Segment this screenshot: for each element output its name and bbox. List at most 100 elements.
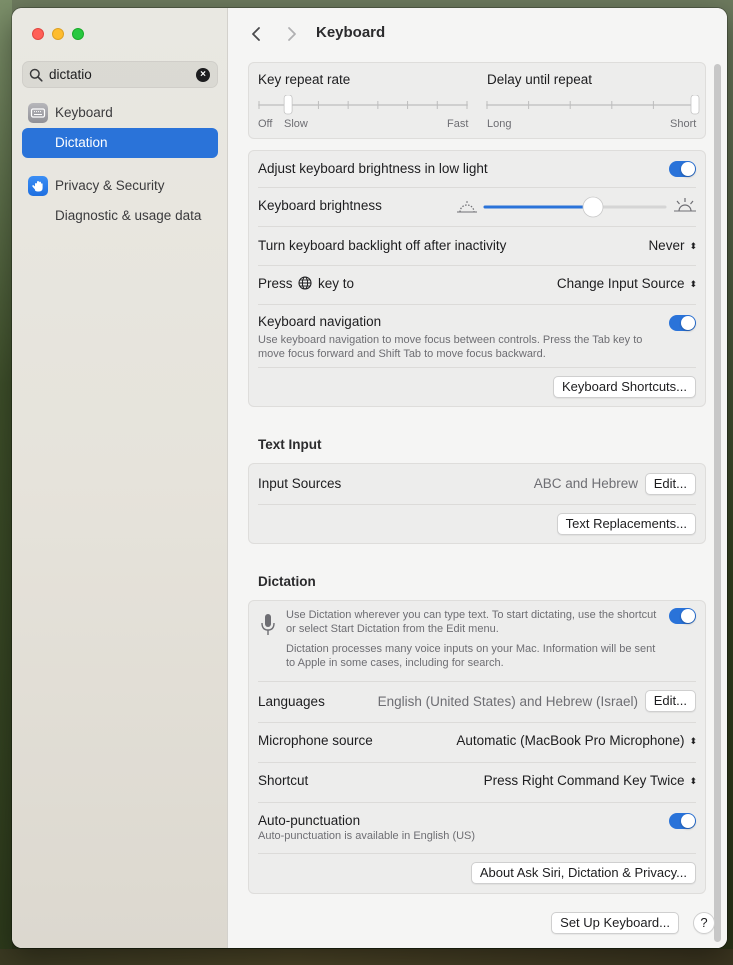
input-sources-row: Input Sources ABC and Hebrew Edit... (249, 464, 705, 504)
key-repeat-slider[interactable] (255, 95, 473, 115)
desktop-wallpaper-left (0, 0, 12, 965)
divider (258, 504, 696, 505)
back-chevron-icon[interactable] (248, 25, 264, 43)
sidebar-item-diagnostic-usage-data[interactable]: Diagnostic & usage data (22, 201, 218, 231)
brightness-high-icon (674, 198, 696, 212)
dictation-toggle-row: Use Dictation wherever you can type text… (249, 601, 705, 681)
shortcut-popup[interactable]: Press Right Command Key Twice ⬍ (484, 773, 697, 788)
sidebar-item-dictation[interactable]: Dictation (22, 128, 218, 158)
tick-label-short: Short (670, 118, 697, 130)
languages-edit-button[interactable]: Edit... (644, 690, 696, 712)
microphone-row: Microphone source Automatic (MacBook Pro… (249, 723, 705, 762)
keyboard-icon (28, 103, 48, 123)
keyboard-settings-group: Adjust keyboard brightness in low light … (248, 150, 706, 407)
sidebar-item-keyboard[interactable]: Keyboard (22, 98, 218, 128)
dictation-privacy-description: Dictation processes many voice inputs on… (286, 643, 656, 669)
slider-knob[interactable] (283, 95, 293, 115)
backlight-popup[interactable]: Never ⬍ (648, 238, 697, 253)
languages-row: Languages English (United States) and He… (249, 682, 705, 722)
press-label: Press (258, 276, 293, 291)
dictation-group: Use Dictation wherever you can type text… (248, 600, 706, 894)
press-key-value: Change Input Source (556, 276, 685, 291)
settings-window: dictatio × Keyboard Dictation Privacy & … (12, 8, 727, 948)
set-up-keyboard-button[interactable]: Set Up Keyboard... (551, 912, 679, 934)
tick-label-slow: Slow (284, 118, 308, 130)
shortcut-row: Shortcut Press Right Command Key Twice ⬍ (249, 763, 705, 802)
globe-icon (298, 276, 312, 290)
keyboard-navigation-toggle[interactable] (669, 315, 696, 331)
input-sources-value: ABC and Hebrew (533, 476, 638, 491)
dictation-heading: Dictation (258, 574, 316, 589)
hand-icon (28, 176, 48, 196)
press-key-label: Press key to (258, 276, 354, 291)
microphone-icon (261, 614, 275, 635)
up-down-chevron-icon: ⬍ (689, 775, 697, 786)
maximize-window-button[interactable] (72, 28, 84, 40)
main-pane: Keyboard Key repeat rate Delay until rep… (228, 8, 727, 948)
search-icon (29, 68, 43, 82)
brightness-slider[interactable] (479, 196, 671, 218)
tick-label-fast: Fast (447, 118, 469, 130)
backlight-row: Turn keyboard backlight off after inacti… (249, 227, 705, 265)
brightness-label: Keyboard brightness (258, 198, 382, 213)
brightness-row: Keyboard brightness (249, 188, 705, 226)
tick-label-long: Long (487, 118, 512, 130)
sidebar: dictatio × Keyboard Dictation Privacy & … (12, 8, 228, 948)
slider-knob[interactable] (690, 95, 700, 115)
keyboard-navigation-row: Keyboard navigation Use keyboard navigat… (249, 305, 705, 367)
slider-knob[interactable] (582, 196, 604, 218)
adjust-brightness-row: Adjust keyboard brightness in low light (249, 151, 705, 187)
shortcut-label: Shortcut (258, 773, 309, 788)
keyboard-navigation-description: Use keyboard navigation to move focus be… (258, 334, 643, 360)
brightness-low-icon (457, 201, 477, 213)
close-window-button[interactable] (32, 28, 44, 40)
delay-repeat-label: Delay until repeat (487, 72, 593, 87)
minimize-window-button[interactable] (52, 28, 64, 40)
adjust-brightness-toggle[interactable] (669, 161, 696, 177)
scrollbar[interactable] (714, 64, 721, 942)
auto-punctuation-row: Auto-punctuation Auto-punctuation is ava… (249, 803, 705, 853)
languages-label: Languages (258, 694, 325, 709)
auto-punctuation-toggle[interactable] (669, 813, 696, 829)
languages-value: English (United States) and Hebrew (Isra… (377, 694, 638, 709)
forward-chevron-icon[interactable] (284, 25, 300, 43)
sidebar-item-label: Privacy & Security (55, 178, 165, 193)
sidebar-item-label: Diagnostic & usage data (55, 208, 202, 223)
divider (258, 853, 696, 854)
keyboard-navigation-label: Keyboard navigation (258, 314, 382, 329)
microphone-value: Automatic (MacBook Pro Microphone) (456, 733, 685, 748)
delay-repeat-slider[interactable] (483, 95, 701, 115)
input-sources-label: Input Sources (258, 476, 342, 491)
text-replacements-button[interactable]: Text Replacements... (556, 513, 696, 535)
up-down-chevron-icon: ⬍ (689, 735, 697, 746)
key-repeat-label: Key repeat rate (258, 72, 351, 87)
desktop-wallpaper-bottom (0, 949, 733, 965)
about-siri-dictation-privacy-button[interactable]: About Ask Siri, Dictation & Privacy... (470, 862, 696, 884)
sidebar-item-label: Dictation (55, 135, 108, 150)
tick-label-off: Off (258, 118, 273, 130)
clear-search-icon[interactable]: × (196, 68, 210, 82)
backlight-value: Never (648, 238, 685, 253)
text-input-heading: Text Input (258, 437, 322, 452)
toolbar: Keyboard (228, 8, 727, 60)
shortcut-value: Press Right Command Key Twice (483, 773, 685, 788)
up-down-chevron-icon: ⬍ (689, 278, 697, 289)
page-title: Keyboard (316, 24, 386, 41)
press-key-popup[interactable]: Change Input Source ⬍ (557, 276, 697, 291)
search-input[interactable]: dictatio (49, 67, 92, 82)
backlight-label: Turn keyboard backlight off after inacti… (258, 238, 507, 253)
dictation-description: Use Dictation wherever you can type text… (286, 609, 657, 635)
keyboard-shortcuts-button[interactable]: Keyboard Shortcuts... (552, 376, 696, 398)
sidebar-item-privacy-security[interactable]: Privacy & Security (22, 171, 218, 201)
dictation-toggle[interactable] (669, 608, 696, 624)
key-repeat-group: Key repeat rate Delay until repeat Off S… (248, 62, 706, 139)
microphone-popup[interactable]: Automatic (MacBook Pro Microphone) ⬍ (456, 733, 697, 748)
sidebar-item-label: Keyboard (55, 105, 113, 120)
auto-punctuation-sublabel: Auto-punctuation is available in English… (258, 830, 476, 842)
adjust-brightness-label: Adjust keyboard brightness in low light (258, 161, 488, 176)
search-field[interactable]: dictatio × (22, 61, 218, 88)
help-button[interactable]: ? (693, 912, 715, 934)
input-sources-edit-button[interactable]: Edit... (644, 473, 696, 495)
auto-punctuation-label: Auto-punctuation (258, 813, 361, 828)
text-input-group: Input Sources ABC and Hebrew Edit... Tex… (248, 463, 706, 544)
